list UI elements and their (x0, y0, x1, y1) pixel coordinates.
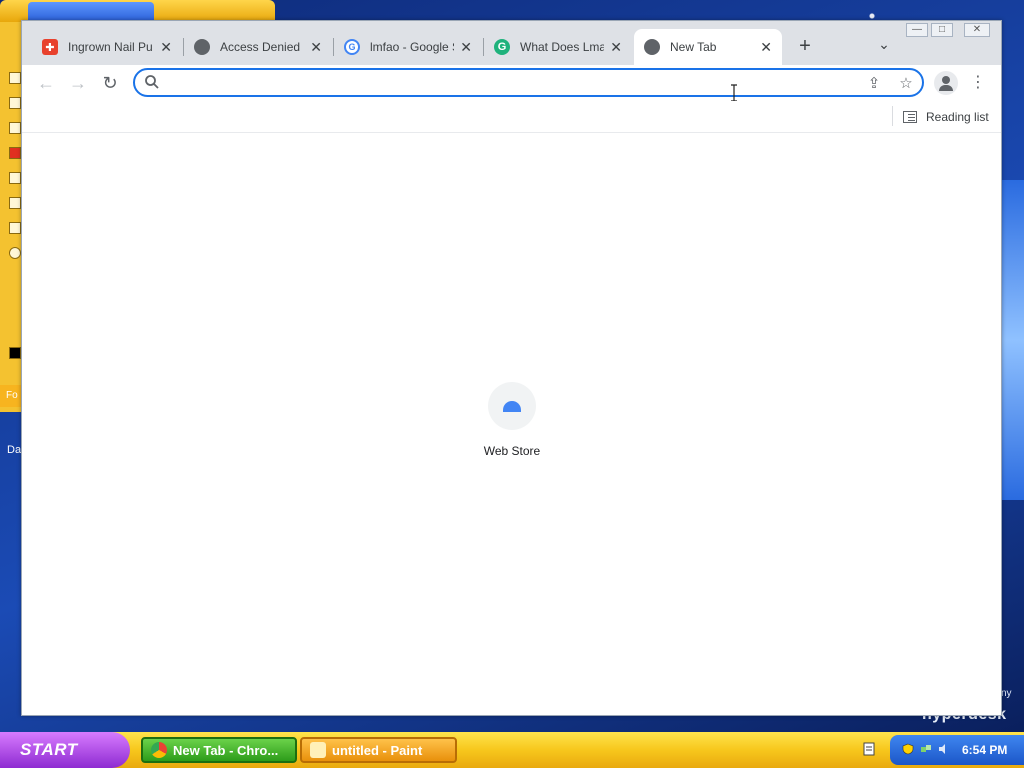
shortcut-web-store[interactable]: Web Store (474, 382, 550, 458)
reading-list-icon (903, 111, 917, 123)
tab-new-tab[interactable]: New Tab ✕ (634, 29, 782, 65)
search-icon (145, 75, 159, 89)
shortcut-tile (488, 382, 536, 430)
chrome-window: ✚ Ingrown Nail Pun ✕ Access Denied ✕ G l… (21, 20, 1002, 716)
volume-icon[interactable] (938, 743, 950, 755)
browser-menu-icon[interactable]: ⋮ (970, 71, 986, 95)
forward-button[interactable]: → (66, 71, 90, 95)
tab-close-icon[interactable]: ✕ (310, 39, 322, 55)
tab-title: What Does Lmao (520, 40, 604, 54)
desktop-corner-label: ny (1001, 688, 1012, 699)
web-store-icon (503, 401, 521, 412)
text-cursor-icon (731, 84, 737, 102)
omnibox[interactable]: ⇪ ☆ (133, 68, 924, 102)
bookmark-star-icon[interactable]: ☆ (896, 74, 916, 94)
close-window-button[interactable]: ✕ (964, 23, 990, 37)
paint-toolbox (0, 22, 22, 412)
system-tray: 6:54 PM (890, 735, 1024, 765)
paint-color-swatch-icon[interactable] (9, 347, 21, 359)
bookmarks-bar: Reading list (22, 101, 1001, 133)
grammarly-icon: G (494, 39, 510, 55)
paint-icon (310, 742, 326, 758)
new-tab-page: Web Store (22, 134, 1001, 715)
tab-ingrown-nail[interactable]: ✚ Ingrown Nail Pun ✕ (32, 29, 182, 65)
paint-airbrush-tool-icon[interactable] (9, 172, 21, 184)
reload-button[interactable]: ↻ (98, 71, 122, 95)
desktop-light-strip (1000, 180, 1024, 500)
shield-icon[interactable] (902, 743, 914, 755)
tab-search-chevron-down-icon[interactable]: ⌄ (874, 36, 894, 56)
taskbar-item-paint[interactable]: untitled - Paint (300, 737, 457, 763)
tab-title: Ingrown Nail Pun (68, 40, 152, 54)
tab-close-icon[interactable]: ✕ (760, 39, 772, 55)
tab-close-icon[interactable]: ✕ (460, 39, 472, 55)
paint-side-label: Fo (0, 385, 22, 407)
taskbar-item-label: untitled - Paint (332, 742, 423, 758)
paint-eraser-tool-icon[interactable] (9, 97, 21, 109)
keyboard-layout-icon[interactable] (862, 742, 876, 756)
paint-pencil-tool-icon[interactable] (9, 122, 21, 134)
globe-icon (644, 39, 660, 55)
back-button[interactable]: ← (34, 71, 58, 95)
tab-title: Access Denied (220, 40, 301, 54)
paint-window-title-highlight (28, 2, 154, 22)
start-button[interactable]: START (0, 732, 130, 768)
minimize-button[interactable]: — (906, 23, 928, 37)
tab-google-search[interactable]: G lmfao - Google Se ✕ (334, 29, 482, 65)
browser-toolbar: ← → ↻ ⇪ ☆ ⋮ (22, 65, 1001, 102)
address-input[interactable] (169, 73, 859, 92)
desktop-icon-label[interactable]: Da (7, 444, 21, 456)
reading-list-label: Reading list (926, 110, 989, 124)
maximize-button[interactable]: □ (931, 23, 953, 37)
taskbar-clock[interactable]: 6:54 PM (962, 743, 1007, 757)
start-label: START (20, 740, 78, 759)
tab-what-does-lmao[interactable]: G What Does Lmao ✕ (484, 29, 632, 65)
bookmarks-separator (892, 106, 893, 126)
google-g-icon: G (344, 39, 360, 55)
paint-brush-tool-icon[interactable] (9, 147, 21, 159)
taskbar-item-label: New Tab - Chro... (173, 742, 279, 758)
red-app-icon: ✚ (42, 39, 58, 55)
taskbar-item-chrome[interactable]: New Tab - Chro... (141, 737, 297, 763)
new-tab-button[interactable]: + (794, 35, 816, 57)
profile-avatar-icon[interactable] (934, 71, 958, 95)
paint-ellipse-tool-icon[interactable] (9, 247, 21, 259)
tab-title: lmfao - Google Se (370, 40, 454, 54)
chrome-icon (151, 742, 167, 758)
globe-icon (194, 39, 210, 55)
tab-close-icon[interactable]: ✕ (610, 39, 622, 55)
network-icon[interactable] (920, 743, 932, 755)
reading-list-button[interactable]: Reading list (903, 107, 989, 127)
paint-select-tool-icon[interactable] (9, 72, 21, 84)
paint-rectangle-tool-icon[interactable] (9, 222, 21, 234)
tab-strip: ✚ Ingrown Nail Pun ✕ Access Denied ✕ G l… (22, 21, 1001, 65)
tab-access-denied[interactable]: Access Denied ✕ (184, 29, 332, 65)
share-icon[interactable]: ⇪ (864, 74, 884, 94)
paint-line-tool-icon[interactable] (9, 197, 21, 209)
tab-close-icon[interactable]: ✕ (160, 39, 172, 55)
shortcut-label: Web Store (483, 444, 541, 458)
taskbar: START New Tab - Chro... untitled - Paint… (0, 732, 1024, 768)
tab-title: New Tab (670, 40, 717, 54)
